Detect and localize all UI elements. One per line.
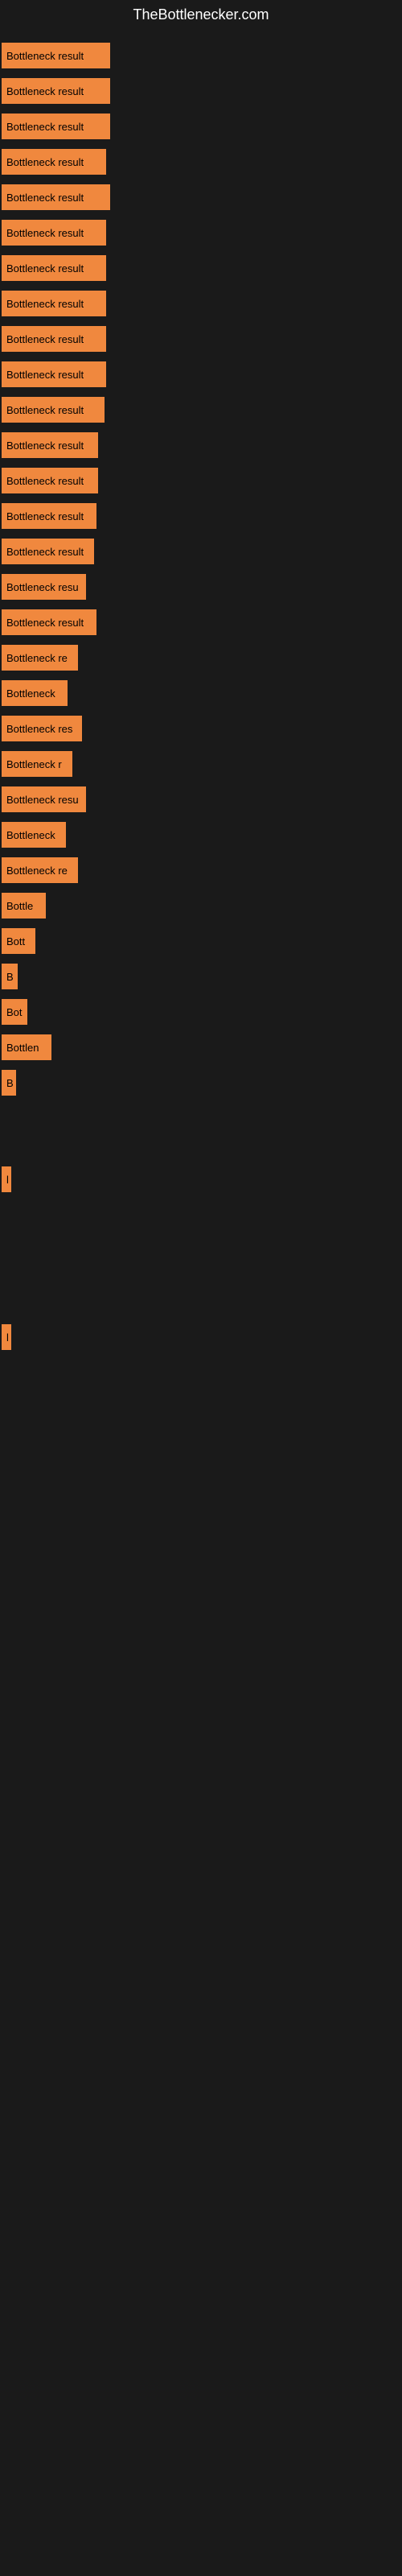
site-title: TheBottlenecker.com bbox=[0, 0, 402, 30]
bottleneck-bar[interactable]: Bottleneck resu bbox=[2, 786, 86, 812]
bottleneck-bar[interactable]: Bottleneck result bbox=[2, 255, 106, 281]
bar-row: Bottleneck result bbox=[0, 286, 402, 321]
bottleneck-bar[interactable]: Bottleneck result bbox=[2, 326, 106, 352]
bar-row bbox=[0, 1131, 402, 1162]
bottleneck-bar[interactable]: Bottleneck res bbox=[2, 716, 82, 741]
bottleneck-bar[interactable]: Bottleneck bbox=[2, 822, 66, 848]
bottleneck-bar[interactable]: Bottleneck result bbox=[2, 43, 110, 68]
bar-row: Bottleneck result bbox=[0, 498, 402, 534]
bottleneck-bar[interactable]: Bottleneck r bbox=[2, 751, 72, 777]
bottleneck-bar[interactable]: Bottleneck result bbox=[2, 432, 98, 458]
bar-row: Bottleneck result bbox=[0, 357, 402, 392]
bar-row bbox=[0, 1228, 402, 1258]
bar-row: Bottleneck result bbox=[0, 215, 402, 250]
bar-row bbox=[0, 1289, 402, 1319]
bottleneck-bar[interactable]: Bottleneck result bbox=[2, 291, 106, 316]
bar-row: Bottleneck result bbox=[0, 109, 402, 144]
bar-row: Bottleneck result bbox=[0, 392, 402, 427]
bottleneck-bar[interactable]: Bottle bbox=[2, 893, 46, 919]
bar-row: Bot bbox=[0, 994, 402, 1030]
bar-row: Bottlen bbox=[0, 1030, 402, 1065]
bar-row: Bott bbox=[0, 923, 402, 959]
bottleneck-bar[interactable]: Bottlen bbox=[2, 1034, 51, 1060]
bottleneck-bar[interactable]: Bottleneck result bbox=[2, 361, 106, 387]
bar-row: Bottleneck result bbox=[0, 427, 402, 463]
bar-row: Bottleneck re bbox=[0, 640, 402, 675]
bottleneck-bar[interactable]: Bottleneck result bbox=[2, 397, 105, 423]
bar-row: B bbox=[0, 959, 402, 994]
bottleneck-bar[interactable]: Bottleneck result bbox=[2, 220, 106, 246]
bottleneck-bar[interactable]: l bbox=[2, 1324, 11, 1350]
bar-row: Bottleneck bbox=[0, 675, 402, 711]
bottleneck-bar[interactable]: Bottleneck re bbox=[2, 857, 78, 883]
bar-row: Bottleneck result bbox=[0, 321, 402, 357]
bottleneck-bar[interactable]: l bbox=[2, 1166, 11, 1192]
bottleneck-bar[interactable]: Bottleneck result bbox=[2, 184, 110, 210]
bar-row bbox=[0, 1100, 402, 1131]
bar-row: Bottleneck resu bbox=[0, 782, 402, 817]
bottleneck-bar[interactable]: Bottleneck result bbox=[2, 609, 96, 635]
bottleneck-bar[interactable]: Bottleneck result bbox=[2, 114, 110, 139]
bar-row: l bbox=[0, 1319, 402, 1355]
bottleneck-bar[interactable]: Bottleneck resu bbox=[2, 574, 86, 600]
bar-row: Bottleneck result bbox=[0, 38, 402, 73]
bar-row: Bottleneck bbox=[0, 817, 402, 852]
bars-container: Bottleneck result Bottleneck result Bottle… bbox=[0, 30, 402, 1363]
bar-row: Bottleneck resu bbox=[0, 569, 402, 605]
bar-row: Bottleneck result bbox=[0, 605, 402, 640]
bar-row: Bottleneck result bbox=[0, 250, 402, 286]
bar-row: Bottleneck res bbox=[0, 711, 402, 746]
bar-row: Bottleneck r bbox=[0, 746, 402, 782]
bottleneck-bar[interactable]: Bottleneck result bbox=[2, 149, 106, 175]
bar-row: Bottleneck result bbox=[0, 463, 402, 498]
bar-row: Bottleneck result bbox=[0, 180, 402, 215]
bottleneck-bar[interactable]: Bot bbox=[2, 999, 27, 1025]
bottleneck-bar[interactable]: Bott bbox=[2, 928, 35, 954]
bar-row: Bottleneck result bbox=[0, 73, 402, 109]
bar-row: l bbox=[0, 1162, 402, 1197]
bar-row: Bottleneck re bbox=[0, 852, 402, 888]
bottleneck-bar[interactable]: Bottleneck bbox=[2, 680, 68, 706]
bottleneck-bar[interactable]: B bbox=[2, 1070, 16, 1096]
bottleneck-bar[interactable]: Bottleneck result bbox=[2, 468, 98, 493]
bottleneck-bar[interactable]: Bottleneck re bbox=[2, 645, 78, 671]
bar-row: Bottleneck result bbox=[0, 534, 402, 569]
bar-row bbox=[0, 1197, 402, 1228]
bottleneck-bar[interactable]: Bottleneck result bbox=[2, 78, 110, 104]
bottleneck-bar[interactable]: Bottleneck result bbox=[2, 503, 96, 529]
bar-row bbox=[0, 1258, 402, 1289]
bar-row: Bottle bbox=[0, 888, 402, 923]
bar-row: B bbox=[0, 1065, 402, 1100]
bar-row: Bottleneck result bbox=[0, 144, 402, 180]
bottleneck-bar[interactable]: B bbox=[2, 964, 18, 989]
bottleneck-bar[interactable]: Bottleneck result bbox=[2, 539, 94, 564]
